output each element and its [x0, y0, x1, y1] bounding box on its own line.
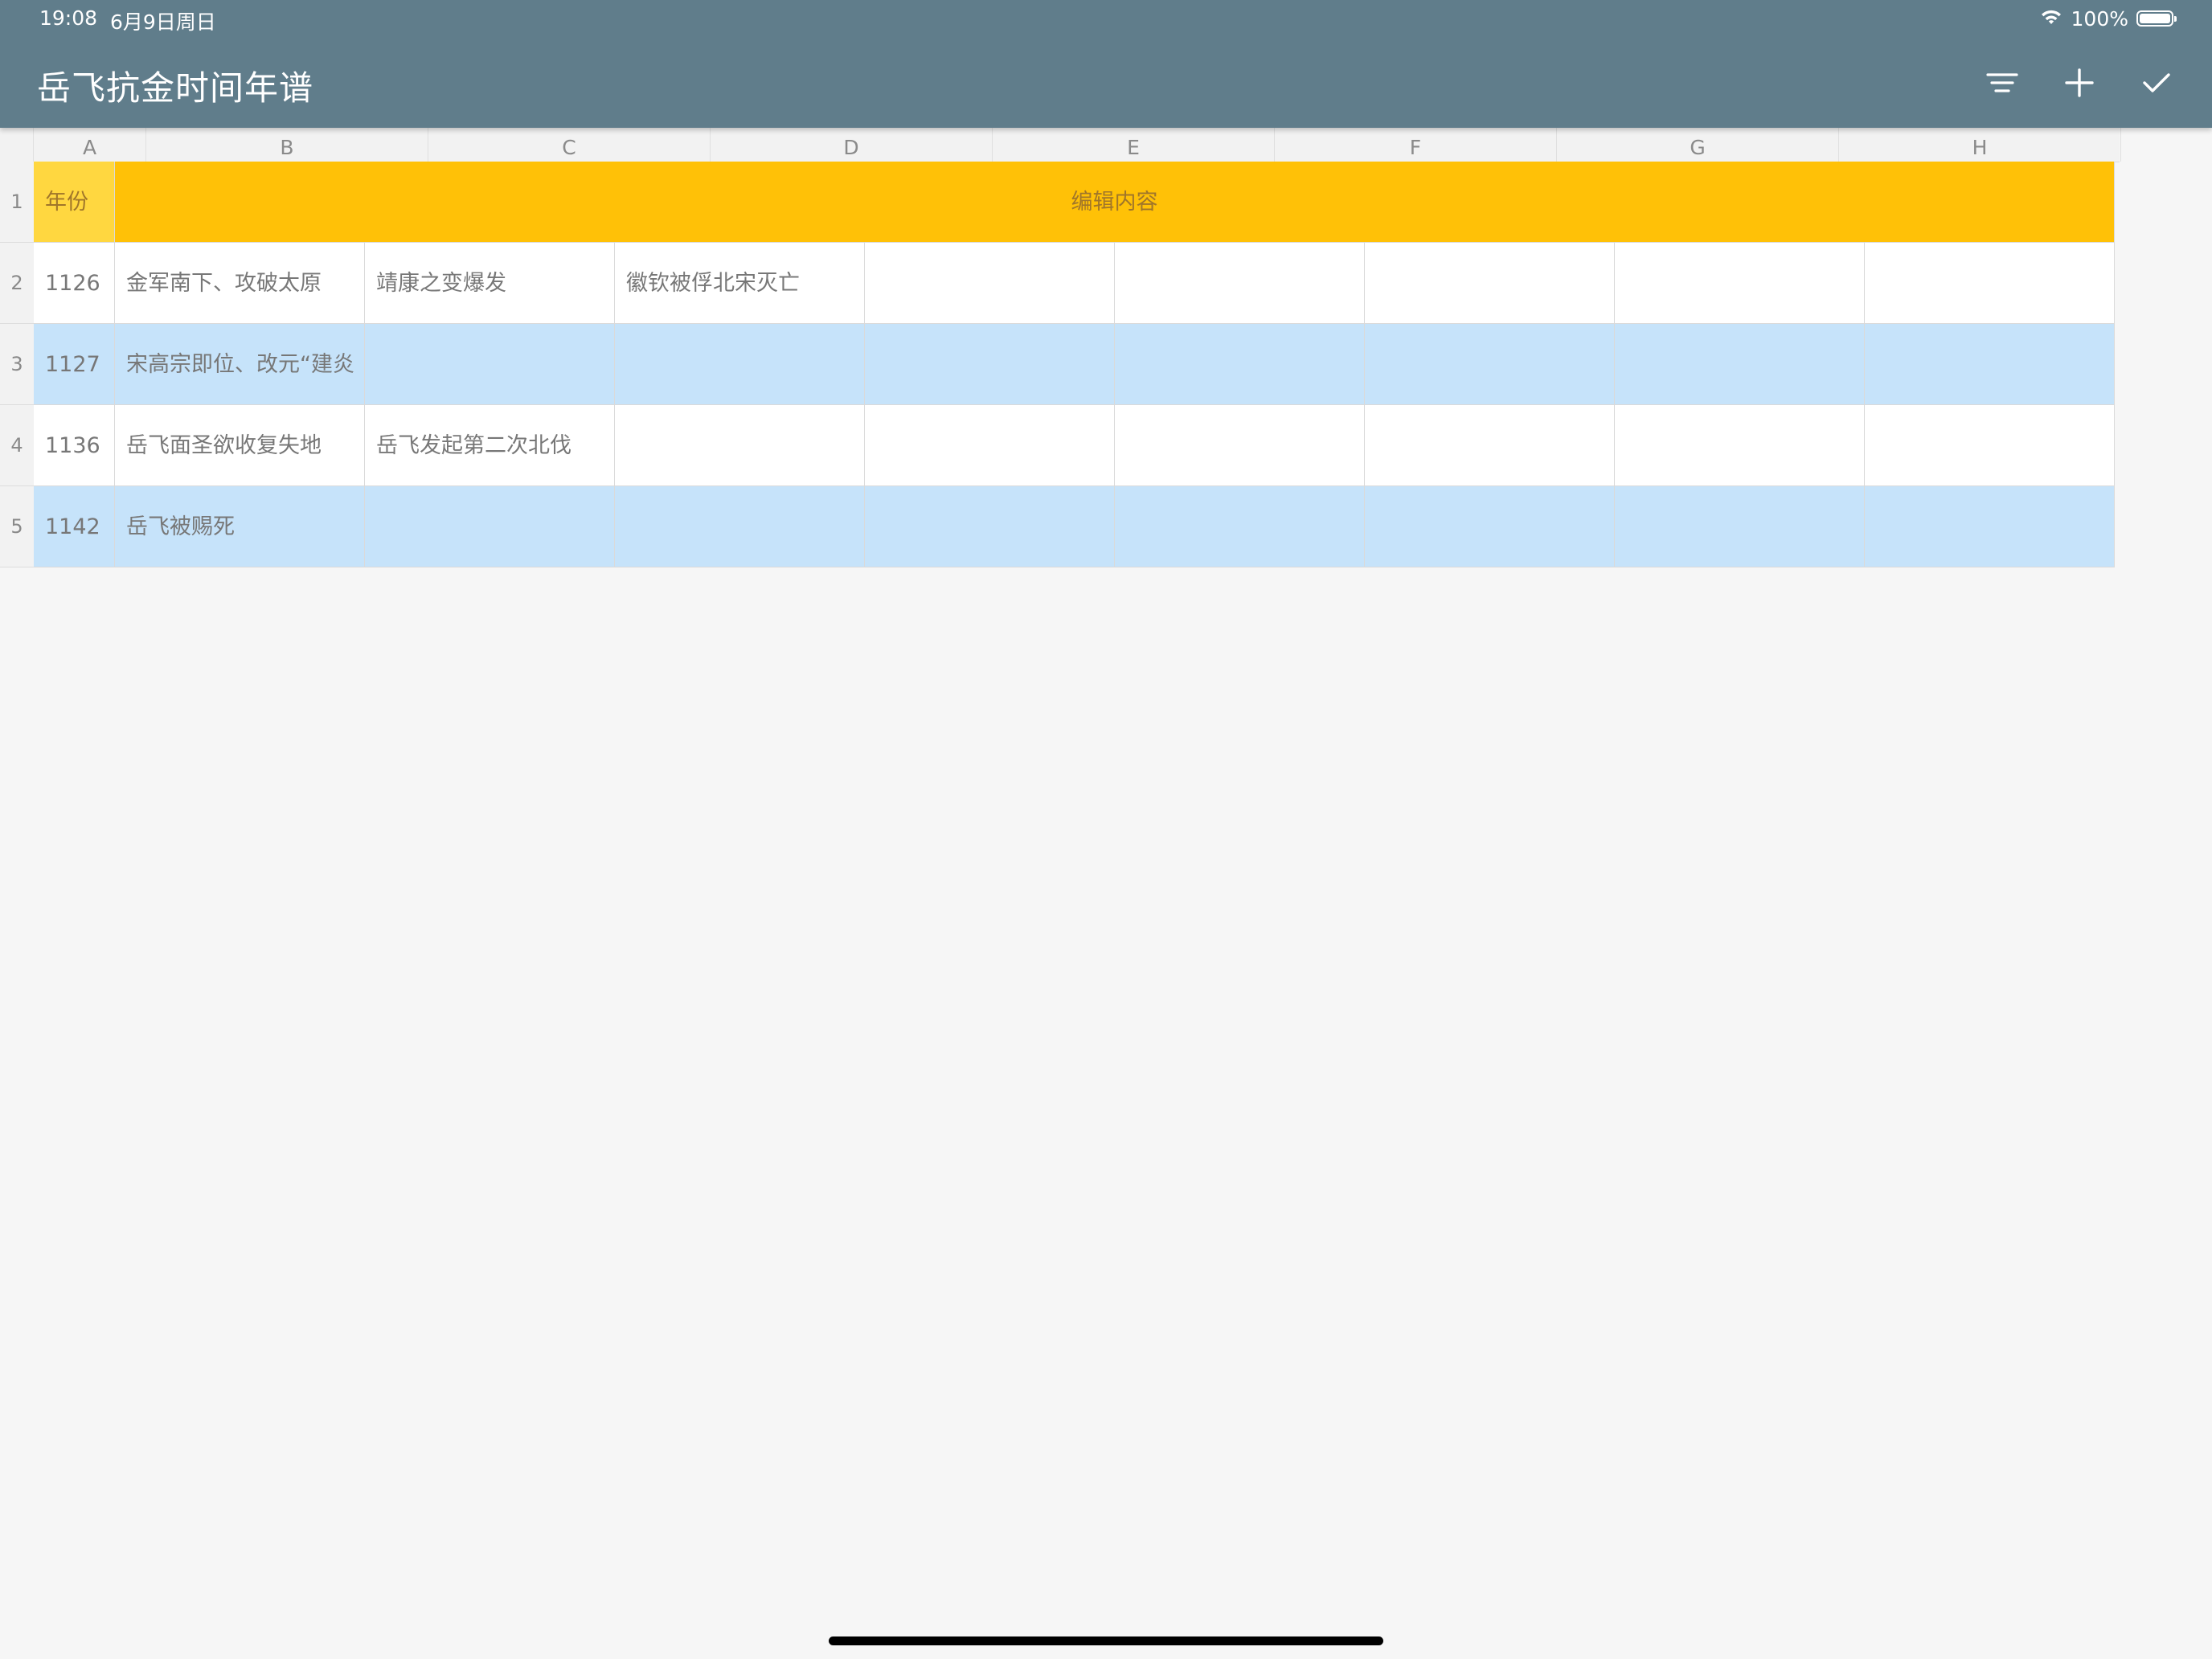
status-date: 6月9日周日: [110, 10, 216, 34]
table-cell[interactable]: [1115, 486, 1365, 567]
column-header-d[interactable]: D: [711, 128, 993, 162]
add-icon: [2064, 68, 2095, 101]
table-cell[interactable]: [615, 324, 865, 405]
table-cell[interactable]: [1115, 243, 1365, 324]
table-cell[interactable]: 1126: [34, 243, 115, 324]
column-header-e[interactable]: E: [993, 128, 1275, 162]
table-cell[interactable]: 徽钦被俘北宋灭亡: [615, 243, 865, 324]
table-cell[interactable]: [865, 243, 1115, 324]
table-cell[interactable]: [865, 405, 1115, 486]
table-cell[interactable]: [1865, 486, 2115, 567]
column-header-row: A B C D E F G H: [0, 128, 2121, 162]
filter-button[interactable]: [1981, 63, 2024, 106]
table-cell[interactable]: [1365, 486, 1615, 567]
row-header-4[interactable]: 4: [0, 405, 34, 486]
table-cell[interactable]: 岳飞发起第二次北伐: [365, 405, 615, 486]
header-content-cell[interactable]: 编辑内容: [115, 162, 2115, 243]
table-cell[interactable]: [1615, 405, 1865, 486]
column-header-g[interactable]: G: [1557, 128, 1839, 162]
table-cell[interactable]: 1127: [34, 324, 115, 405]
status-indicators: 100%: [2039, 5, 2177, 32]
column-header-f[interactable]: F: [1275, 128, 1557, 162]
header-year-cell[interactable]: 年份: [34, 162, 115, 243]
confirm-button[interactable]: [2135, 63, 2178, 106]
battery-icon: [2136, 10, 2177, 27]
table-cell[interactable]: [365, 486, 615, 567]
row-header-5[interactable]: 5: [0, 486, 34, 567]
sheet-corner[interactable]: [0, 128, 34, 162]
table-cell[interactable]: [1115, 324, 1365, 405]
row-header-1[interactable]: 1: [0, 162, 34, 243]
table-cell[interactable]: [1365, 243, 1615, 324]
table-cell[interactable]: [1615, 486, 1865, 567]
column-header-a[interactable]: A: [34, 128, 146, 162]
table-cell[interactable]: [1365, 405, 1615, 486]
filter-icon: [1986, 70, 2018, 99]
table-cell[interactable]: 1142: [34, 486, 115, 567]
table-cell[interactable]: [1365, 324, 1615, 405]
status-time: 19:08: [39, 6, 98, 30]
row-header-3[interactable]: 3: [0, 324, 34, 405]
battery-percentage: 100%: [2071, 6, 2128, 31]
table-cell[interactable]: [1115, 405, 1365, 486]
row-header-2[interactable]: 2: [0, 243, 34, 324]
wifi-icon: [2039, 7, 2063, 31]
app-bar: 19:08 6月9日周日 100% 岳飞抗金时间年谱: [0, 0, 2212, 128]
table-cell[interactable]: 岳飞面圣欲收复失地: [115, 405, 365, 486]
table-cell[interactable]: [1865, 243, 2115, 324]
page-title: 岳飞抗金时间年谱: [37, 68, 314, 108]
table-cell[interactable]: [615, 405, 865, 486]
table-cell[interactable]: [365, 324, 615, 405]
table-cell[interactable]: 宋高宗即位、改元“建炎: [115, 324, 365, 405]
table-cell[interactable]: [615, 486, 865, 567]
home-indicator[interactable]: [829, 1636, 1383, 1645]
table-cell[interactable]: 靖康之变爆发: [365, 243, 615, 324]
column-header-h[interactable]: H: [1839, 128, 2121, 162]
table-cell[interactable]: [1865, 324, 2115, 405]
table-cell[interactable]: 金军南下、攻破太原: [115, 243, 365, 324]
table-cell[interactable]: 1136: [34, 405, 115, 486]
table-cell[interactable]: [1615, 243, 1865, 324]
app-root: 19:08 6月9日周日 100% 岳飞抗金时间年谱 A B C D E F G…: [0, 0, 2212, 1659]
column-header-b[interactable]: B: [146, 128, 428, 162]
table-cell[interactable]: 岳飞被赐死: [115, 486, 365, 567]
check-icon: [2141, 71, 2172, 98]
table-cell[interactable]: [865, 486, 1115, 567]
table-cell[interactable]: [865, 324, 1115, 405]
table-cell[interactable]: [1615, 324, 1865, 405]
table-cell[interactable]: [1865, 405, 2115, 486]
add-button[interactable]: [2058, 63, 2101, 106]
column-header-c[interactable]: C: [428, 128, 711, 162]
